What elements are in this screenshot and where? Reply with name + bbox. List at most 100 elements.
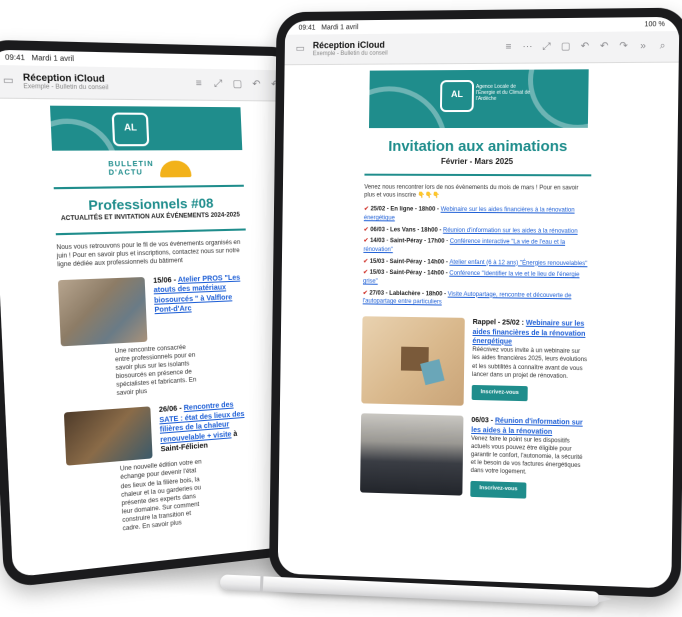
divider [55, 227, 246, 235]
header-arc [368, 86, 449, 129]
reply-icon[interactable]: ↶ [579, 41, 591, 53]
article-title: 15/06 - Atelier PROS "Les atouts des mat… [153, 273, 249, 316]
event-date: 15/03 - Saint-Péray - 14h00 - [369, 258, 450, 266]
header-arc [527, 69, 589, 129]
card-date: Rappel - 25/02 : [472, 319, 526, 327]
pointing-down-icon: 👇👇👇 [417, 192, 440, 199]
bulletin-line1: BULLETIN [108, 161, 154, 169]
back-tablet-screen: 09:41 Mardi 1 avril ▭ Réception iCloud E… [0, 49, 311, 578]
article-date: 15/06 - [153, 276, 178, 285]
mailbox-title: Réception iCloud [312, 39, 385, 51]
front-tablet: 09:41 Mardi 1 avril 100 % ▭ Réception iC… [268, 7, 682, 599]
event-link[interactable]: Atelier enfant (6 à 12 ans) "Énergies re… [449, 259, 587, 267]
search-icon[interactable]: ⌕ [656, 40, 669, 52]
front-tablet-screen: 09:41 Mardi 1 avril 100 % ▭ Réception iC… [277, 16, 680, 589]
header-arc [49, 118, 121, 151]
logo: AL [111, 112, 150, 147]
logo-text: Agence Locale de l'Énergie et du Climat … [475, 83, 531, 102]
mailbox-header: Réception iCloud Exemple - Bulletin du c… [313, 40, 388, 57]
check-icon: ✔ [362, 290, 368, 297]
status-date: Mardi 1 avril [321, 23, 359, 31]
bulletin-banner: BULLETIN D'ACTU [0, 160, 295, 179]
logo: AL [439, 79, 475, 113]
event-item: ✔ 25/02 - En ligne - 18h00 - Webinaire s… [364, 206, 591, 225]
event-link[interactable]: Réunion d'information sur les aides à la… [443, 227, 578, 234]
check-icon: ✔ [363, 206, 369, 213]
intro-text: Nous vous retrouvons pour le fil de vos … [56, 239, 241, 269]
event-date: 25/02 - En ligne - 18h00 - [370, 206, 441, 213]
card-image-meeting [360, 413, 464, 496]
event-item: ✔ 14/03 - Saint-Péray - 17h00 - Conféren… [363, 237, 590, 257]
article-title: 26/06 - Rencontre des SATE : état des li… [159, 399, 255, 455]
newsletter-header: AL [49, 105, 243, 151]
status-time: 09:41 [298, 24, 316, 32]
check-icon: ✔ [363, 258, 369, 265]
mailbox-header: Réception iCloud Exemple - Bulletin du c… [23, 72, 109, 92]
event-card: Rappel - 25/02 : Webinaire sur les aides… [361, 316, 589, 408]
event-date: 27/03 - Lablachère - 18h00 - [369, 290, 448, 298]
newsletter-header: AL Agence Locale de l'Énergie et du Clim… [368, 69, 589, 129]
piggy-bank-shape [420, 359, 445, 386]
trash-icon[interactable]: ▢ [231, 79, 244, 91]
bulletin-title: BULLETIN D'ACTU [108, 161, 154, 178]
bulletin-line2: D'ACTU [108, 169, 144, 177]
filter-icon[interactable]: ≡ [192, 78, 205, 91]
mailbox-subtitle: Exemple - Bulletin du conseil [312, 50, 388, 57]
status-date: Mardi 1 avril [31, 54, 75, 63]
article-body: 26/06 - Rencontre des SATE : état des li… [159, 399, 255, 458]
email-body: AL BULLETIN D'ACTU Professionnels #08 AC… [0, 99, 310, 552]
event-card: 06/03 - Réunion d'information sur les ai… [360, 413, 588, 500]
article-text: Une rencontre consacrée entre profession… [114, 344, 197, 398]
article-image-wood [63, 406, 153, 467]
check-icon: ✔ [363, 238, 369, 245]
pencil-band [259, 576, 264, 592]
event-date: 14/03 - Saint-Péray - 17h00 - [370, 238, 450, 246]
sidebar-icon[interactable]: ▭ [1, 75, 15, 88]
article-card: 15/06 - Atelier PROS "Les atouts des mat… [57, 273, 250, 347]
event-list: ✔ 25/02 - En ligne - 18h00 - Webinaire s… [363, 206, 591, 310]
article-image-materials [57, 276, 148, 347]
intro-text: Venez nous rencontrer lors de nos évènem… [364, 184, 591, 201]
hard-hat-icon [159, 160, 192, 178]
pencil-tip [597, 594, 612, 604]
expand-icon[interactable]: ⤢ [540, 41, 552, 53]
newsletter-title: Professionnels #08 [88, 195, 214, 214]
sidebar-icon[interactable]: ▭ [294, 43, 306, 55]
divider [364, 173, 592, 177]
divider [53, 184, 244, 190]
newsletter-subtitle: ACTUALITÉS ET INVITATION AUX ÉVÉNEMENTS … [60, 212, 241, 223]
article-date: 26/06 - [158, 405, 184, 415]
trash-icon[interactable]: ▢ [560, 41, 572, 53]
check-icon: ✔ [363, 270, 369, 277]
chevron-right-icon[interactable]: » [637, 40, 649, 52]
event-item: ✔ 06/03 - Les Vans - 18h00 - Réunion d'i… [364, 226, 591, 237]
reply-icon[interactable]: ↶ [250, 79, 262, 91]
check-icon: ✔ [363, 226, 369, 233]
mailbox-subtitle: Exemple - Bulletin du conseil [23, 83, 109, 91]
article-card: 26/06 - Rencontre des SATE : état des li… [63, 399, 255, 467]
more-icon[interactable]: ⋯ [521, 41, 533, 53]
battery-indicator: 100 % [644, 20, 665, 28]
event-item: ✔ 15/03 - Saint-Péray - 14h00 - Atelier … [363, 257, 590, 268]
forward-icon[interactable]: ↷ [617, 41, 629, 53]
card-image-house-savings [361, 316, 465, 406]
event-item: ✔ 15/03 - Saint-Péray - 14h00 - Conféren… [363, 269, 590, 289]
card-date: 06/03 - [471, 416, 496, 425]
card-body: 06/03 - Réunion d'information sur les ai… [470, 416, 588, 500]
register-button[interactable]: Inscrivez-vous [471, 384, 528, 402]
register-button[interactable]: Inscrivez-vous [470, 481, 527, 499]
event-item: ✔ 27/03 - Lablachère - 18h00 - Visite Au… [363, 289, 590, 310]
filter-icon[interactable]: ≡ [502, 42, 514, 54]
expand-icon[interactable]: ⤢ [212, 78, 225, 90]
email-body: AL Agence Locale de l'Énergie et du Clim… [279, 63, 679, 510]
newsletter-subtitle: Février - Mars 2025 [440, 156, 514, 167]
event-date: 15/03 - Saint-Péray - 14h00 - [369, 270, 450, 278]
article-text: Une nouvelle édition votre en échange po… [119, 459, 202, 533]
card-text: Venez faire le point sur les dispositifs… [470, 435, 583, 476]
reply-all-icon[interactable]: ↶ [598, 41, 610, 53]
card-text: Réécrivez vous invite à un webinaire sur… [471, 347, 588, 380]
mail-toolbar: ▭ Réception iCloud Exemple - Bulletin du… [0, 64, 292, 102]
newsletter-title: Invitation aux animations [388, 137, 568, 156]
intro-sentence: Venez nous rencontrer lors de nos évènem… [364, 184, 579, 199]
status-time: 09:41 [4, 53, 26, 62]
